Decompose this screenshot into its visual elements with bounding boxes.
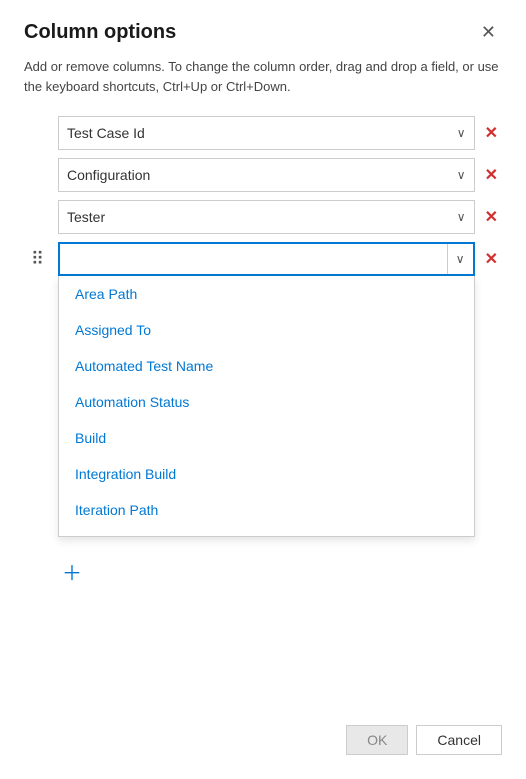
column-label: Test Case Id [67, 125, 145, 141]
new-column-search-input[interactable] [60, 244, 447, 274]
dialog-title: Column options [24, 21, 176, 44]
column-dropdown-list: Area Path Assigned To Automated Test Nam… [58, 276, 475, 537]
column-row: Test Case Id ∨ ✕ [24, 116, 502, 150]
dropdown-item-automation-status[interactable]: Automation Status [59, 384, 474, 420]
chevron-down-icon: ∨ [456, 252, 465, 266]
add-column-row: ＋ [24, 564, 502, 584]
column-row: Configuration ∨ ✕ [24, 158, 502, 192]
dialog-description: Add or remove columns. To change the col… [24, 57, 502, 96]
dropdown-item-last-run-by[interactable]: Last Run By [59, 528, 474, 536]
delete-icon: ✕ [485, 125, 498, 142]
chevron-down-icon: ∨ [457, 210, 466, 224]
close-icon: ✕ [481, 22, 496, 42]
column-options-dialog: Column options ✕ Add or remove columns. … [0, 0, 526, 779]
delete-column-button[interactable]: ✕ [481, 165, 502, 185]
plus-icon: ＋ [62, 563, 82, 585]
column-label: Configuration [67, 167, 150, 183]
dropdown-item-integration-build[interactable]: Integration Build [59, 456, 474, 492]
dropdown-item-build[interactable]: Build [59, 420, 474, 456]
column-row: Tester ∨ ✕ [24, 200, 502, 234]
drag-handle-icon: ⠿ [27, 249, 49, 270]
chevron-down-icon: ∨ [457, 168, 466, 182]
new-column-chevron-button[interactable]: ∨ [447, 244, 473, 274]
delete-column-button[interactable]: ✕ [481, 123, 502, 143]
column-select-testcaseid[interactable]: Test Case Id ∨ [58, 116, 475, 150]
column-select-configuration[interactable]: Configuration ∨ [58, 158, 475, 192]
cancel-button[interactable]: Cancel [416, 725, 502, 755]
delete-icon: ✕ [485, 209, 498, 226]
dropdown-scroll-area: Area Path Assigned To Automated Test Nam… [59, 276, 474, 536]
delete-icon: ✕ [485, 167, 498, 184]
new-column-input-container: ∨ [58, 242, 475, 276]
column-select-tester[interactable]: Tester ∨ [58, 200, 475, 234]
column-label: Tester [67, 209, 105, 225]
column-list: Test Case Id ∨ ✕ Configuration ∨ ✕ Teste… [24, 116, 502, 276]
delete-new-column-button[interactable]: ✕ [481, 249, 502, 269]
delete-icon: ✕ [485, 251, 498, 268]
new-column-dropdown-wrapper: ∨ Area Path Assigned To Automated Test N… [58, 242, 475, 276]
dialog-header: Column options ✕ [24, 20, 502, 45]
chevron-down-icon: ∨ [457, 126, 466, 140]
dropdown-item-automated-test-name[interactable]: Automated Test Name [59, 348, 474, 384]
ok-button[interactable]: OK [346, 725, 408, 755]
dropdown-item-area-path[interactable]: Area Path [59, 276, 474, 312]
add-column-button[interactable]: ＋ [58, 564, 86, 584]
dialog-footer: OK Cancel [24, 705, 502, 755]
delete-column-button[interactable]: ✕ [481, 207, 502, 227]
dropdown-item-iteration-path[interactable]: Iteration Path [59, 492, 474, 528]
new-column-row: ⠿ ∨ Area Path Assigned To Automated Test… [24, 242, 502, 276]
dropdown-item-assigned-to[interactable]: Assigned To [59, 312, 474, 348]
close-button[interactable]: ✕ [475, 20, 502, 45]
